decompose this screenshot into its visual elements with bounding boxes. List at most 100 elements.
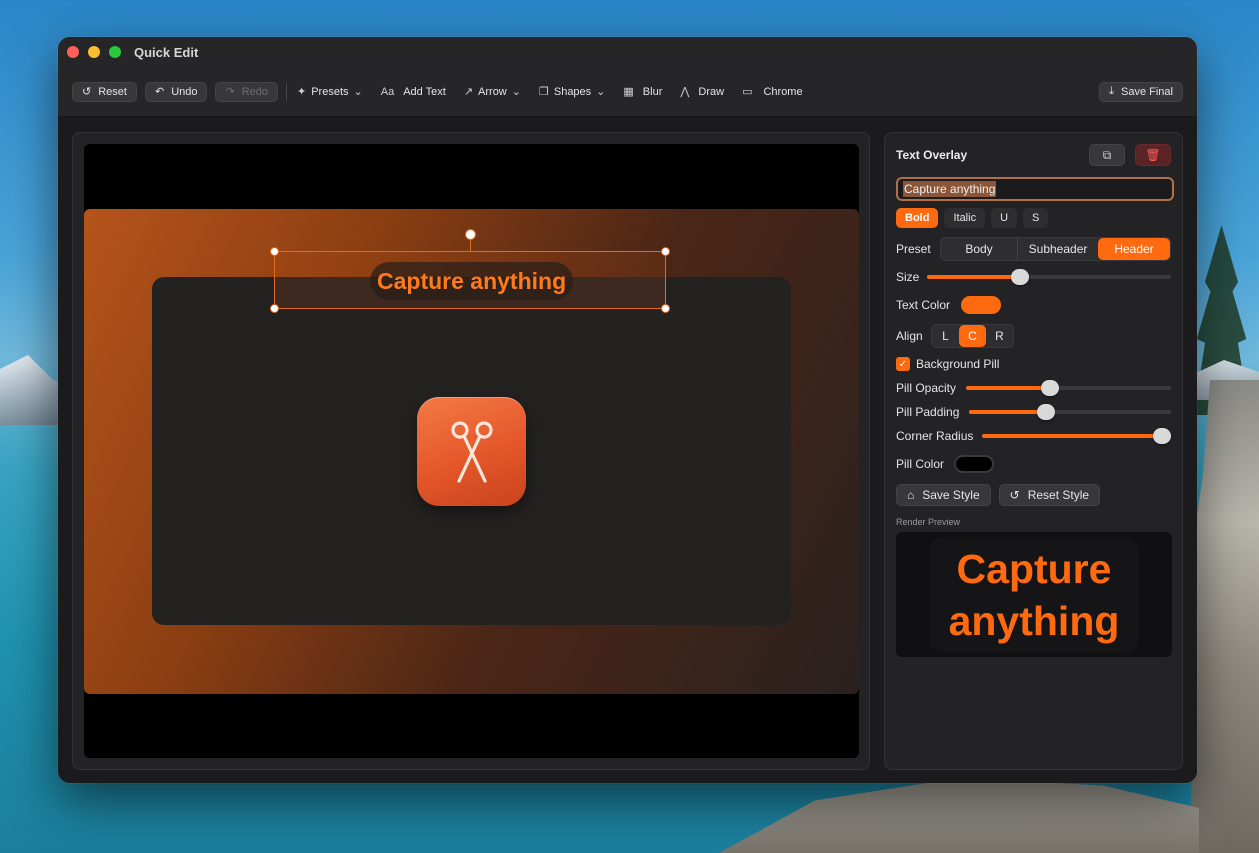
reset-label: Reset [98, 85, 127, 98]
rotation-handle[interactable] [465, 229, 476, 240]
shapes-icon: ❐ [538, 86, 549, 98]
underline-toggle[interactable]: U [991, 208, 1018, 228]
save-final-label: Save Final [1121, 85, 1173, 98]
text-overlay-selection[interactable]: Capture anything [270, 229, 670, 313]
undo-icon: ↶ [154, 86, 165, 98]
pill-padding-knob[interactable] [1036, 404, 1055, 420]
background-pill-checkbox[interactable]: ✓ [896, 357, 910, 371]
align-label: Align [896, 329, 923, 343]
reset-style-label: Reset Style [1027, 488, 1090, 502]
save-style-label: Save Style [922, 488, 980, 502]
duplicate-icon: ⧉ [1102, 147, 1112, 162]
size-label: Size [896, 270, 920, 284]
blur-grid-icon: ▦ [623, 86, 634, 98]
window-title: Quick Edit [134, 44, 199, 60]
add-text-label: Add Text [403, 85, 446, 98]
desktop-rocks [1189, 380, 1259, 853]
text-icon: Aa [380, 85, 395, 98]
title-bar: Quick Edit [58, 37, 1197, 67]
italic-toggle[interactable]: Italic [944, 208, 986, 228]
chrome-button[interactable]: ▭ Chrome [742, 85, 803, 99]
scissors-app-icon [417, 397, 526, 506]
draw-label: Draw [698, 85, 725, 98]
bold-toggle[interactable]: Bold [896, 208, 939, 228]
draw-button[interactable]: ⋀ Draw [680, 85, 725, 99]
inspector-title: Text Overlay [896, 148, 968, 162]
tray-icon: ⌂ [907, 488, 915, 502]
overlay-text-value: Capture anything [903, 181, 997, 197]
align-center[interactable]: C [959, 325, 986, 347]
chevron-down-icon: ⌄ [511, 86, 521, 98]
scissors-icon [450, 420, 493, 483]
preset-body[interactable]: Body [941, 238, 1017, 260]
image-canvas[interactable]: Capture anything [84, 144, 859, 758]
minimize-window-button[interactable] [88, 46, 100, 58]
save-final-button[interactable]: ⤓ Save Final [1099, 81, 1183, 102]
presets-label: Presets [311, 85, 349, 98]
render-preview: Capture anything [896, 532, 1172, 657]
presets-menu-button[interactable]: ✦ Presets ⌄ [297, 85, 363, 99]
reset-button[interactable]: ↺ Reset [72, 81, 137, 102]
shapes-menu-button[interactable]: ❐ Shapes ⌄ [538, 85, 606, 99]
screenshot-card [152, 277, 791, 625]
pen-icon: ⋀ [680, 86, 690, 98]
toolbar-divider [286, 82, 287, 101]
size-slider[interactable] [927, 269, 1171, 285]
reset-style-button[interactable]: ↺ Reset Style [998, 484, 1101, 506]
reset-icon: ↺ [82, 86, 92, 98]
blur-button[interactable]: ▦ Blur [623, 85, 663, 99]
pill-opacity-knob[interactable] [1041, 380, 1060, 396]
save-icon: ⤓ [1109, 85, 1115, 97]
pill-color-swatch[interactable] [954, 455, 994, 473]
reset-icon: ↺ [1009, 488, 1020, 502]
preset-subheader[interactable]: Subheader [1017, 238, 1098, 260]
redo-button[interactable]: ↷ Redo [215, 81, 278, 102]
preset-label: Preset [896, 242, 931, 256]
delete-button[interactable]: 🗑 [1135, 144, 1171, 166]
canvas-overlay-text[interactable]: Capture anything [370, 262, 574, 300]
pill-color-label: Pill Color [896, 457, 945, 471]
chevron-down-icon: ⌄ [596, 86, 606, 98]
preview-text: Capture anything [929, 536, 1139, 653]
quick-edit-window: Quick Edit ↺ Reset ↶ Undo ↷ Redo ✦ Prese… [58, 37, 1197, 783]
undo-button[interactable]: ↶ Undo [144, 81, 208, 102]
redo-icon: ↷ [225, 86, 235, 98]
arrow-icon: ↗ [463, 86, 474, 98]
desktop-rocks-bottom [719, 778, 1199, 853]
text-style-row: Bold Italic U S [896, 208, 1171, 228]
add-text-button[interactable]: Aa Add Text [381, 86, 446, 98]
save-style-button[interactable]: ⌂ Save Style [896, 484, 991, 506]
pill-padding-label: Pill Padding [896, 405, 960, 419]
sparkles-icon: ✦ [297, 86, 307, 98]
resize-handle-top-left[interactable] [270, 247, 279, 256]
text-color-swatch[interactable] [961, 296, 1001, 314]
chrome-label: Chrome [763, 85, 803, 98]
size-slider-knob[interactable] [1010, 269, 1029, 285]
resize-handle-top-right[interactable] [661, 247, 670, 256]
overlay-text-field[interactable]: Capture anything [896, 177, 1174, 201]
duplicate-button[interactable]: ⧉ [1089, 144, 1125, 166]
pill-padding-slider[interactable] [969, 404, 1171, 420]
undo-label: Undo [171, 85, 198, 98]
toolbar: ↺ Reset ↶ Undo ↷ Redo ✦ Presets ⌄ Aa Add… [58, 67, 1197, 117]
pill-opacity-slider[interactable] [966, 380, 1171, 396]
corner-radius-slider[interactable] [982, 428, 1171, 444]
gradient-background: Capture anything [84, 209, 859, 694]
resize-handle-bottom-left[interactable] [270, 304, 279, 313]
corner-radius-knob[interactable] [1152, 428, 1171, 444]
zoom-window-button[interactable] [109, 46, 121, 58]
resize-handle-bottom-right[interactable] [661, 304, 670, 313]
align-left[interactable]: L [932, 325, 959, 347]
corner-radius-label: Corner Radius [896, 429, 974, 443]
preset-header[interactable]: Header [1098, 238, 1170, 260]
strikethrough-toggle[interactable]: S [1023, 208, 1049, 228]
content-area: Capture anything Text Overlay ⧉ 🗑 Captur… [58, 117, 1197, 783]
arrow-menu-button[interactable]: ↗ Arrow ⌄ [463, 85, 521, 99]
pill-opacity-label: Pill Opacity [896, 381, 957, 395]
align-right[interactable]: R [986, 325, 1013, 347]
window-icon: ▭ [742, 86, 753, 98]
blur-label: Blur [642, 85, 663, 98]
close-window-button[interactable] [67, 46, 79, 58]
render-preview-label: Render Preview [896, 517, 961, 527]
trash-icon: 🗑 [1145, 148, 1161, 162]
